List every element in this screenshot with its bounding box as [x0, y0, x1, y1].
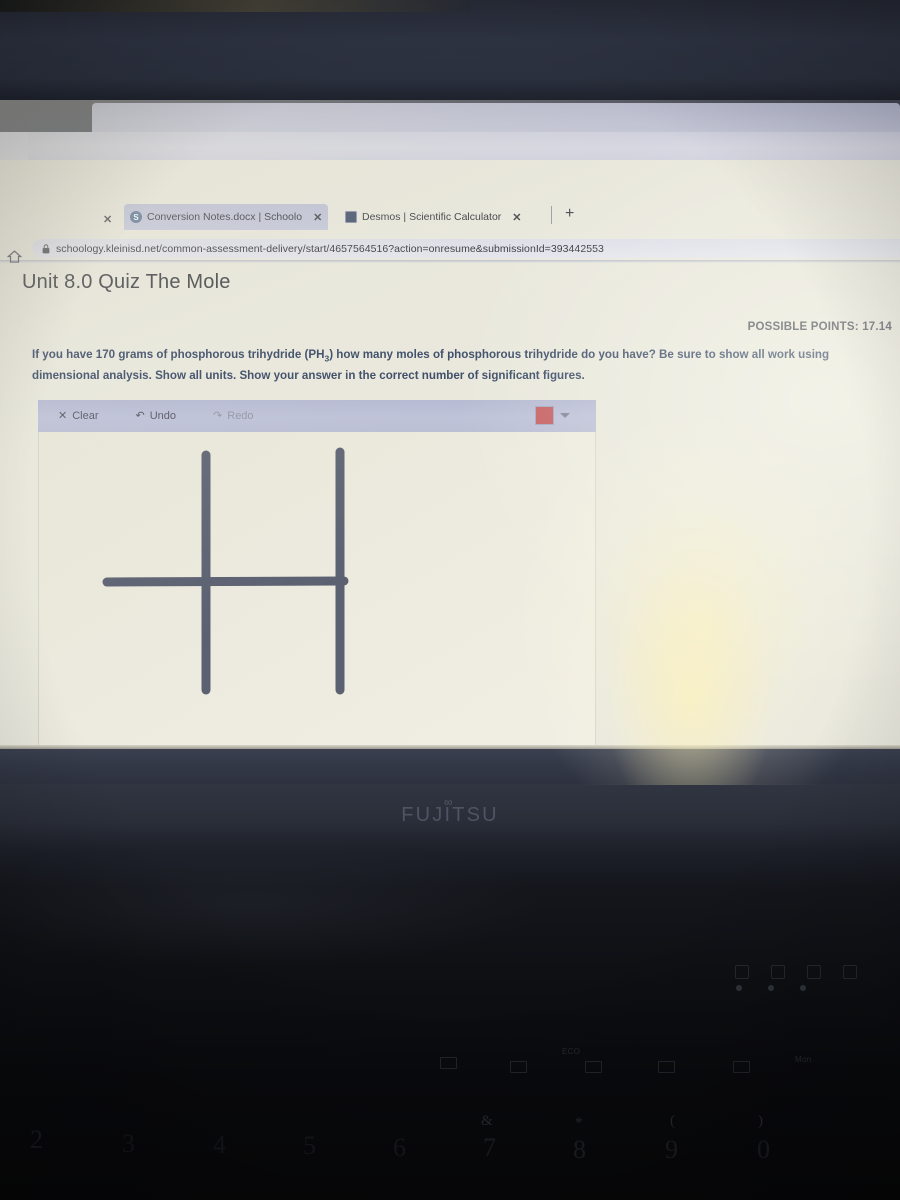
- tab-strip-surface: [92, 103, 900, 132]
- undo-arrow-icon: ↶: [135, 409, 145, 422]
- status-led-icon: [843, 965, 857, 979]
- laptop-screen: ✕ S Conversion Notes.docx | Schoolo ✕ De…: [0, 100, 900, 785]
- close-icon: ✕: [58, 409, 68, 422]
- infinity-mark: ∞: [444, 795, 453, 809]
- tab-desmos-calculator[interactable]: Desmos | Scientific Calculator ✕: [345, 204, 522, 230]
- tab-title: Conversion Notes.docx | Schoolo: [147, 211, 303, 223]
- undo-button[interactable]: ↶ Undo: [130, 400, 183, 432]
- bezel-shadow: [0, 0, 470, 12]
- fkey-box[interactable]: [658, 1061, 675, 1073]
- tab-conversion-notes[interactable]: S Conversion Notes.docx | Schoolo ✕: [124, 204, 329, 230]
- tab-strip-left-pad: [0, 100, 92, 132]
- question-line1-part1: If you have 170 grams of phosphorous tri…: [32, 348, 325, 361]
- color-swatch[interactable]: [535, 406, 554, 425]
- tab-title: Desmos | Scientific Calculator: [362, 211, 502, 223]
- clear-label: Clear: [72, 410, 99, 422]
- address-bar[interactable]: schoology.kleinisd.net/common-assessment…: [32, 239, 900, 258]
- fkey-box[interactable]: [510, 1061, 527, 1073]
- question-text: If you have 170 grams of phosphorous tri…: [32, 346, 844, 385]
- redo-label: Redo: [227, 410, 254, 422]
- browser-toolbar-left: [0, 132, 28, 160]
- clear-button[interactable]: ✕ Clear: [52, 400, 105, 432]
- lock-icon: [42, 243, 50, 253]
- laptop-top-bezel: [0, 0, 900, 100]
- status-led-icon: [735, 965, 749, 979]
- led-dot: [736, 985, 742, 991]
- number-key-6[interactable]: 6: [393, 1133, 406, 1163]
- undo-label: Undo: [149, 410, 177, 422]
- number-key-9[interactable]: 9: [665, 1135, 678, 1165]
- fkey-label-mon: Mon: [795, 1055, 812, 1064]
- number-key-2[interactable]: 2: [30, 1125, 43, 1155]
- led-dot: [768, 985, 774, 991]
- color-picker[interactable]: [535, 406, 570, 425]
- url-text: schoology.kleinisd.net/common-assessment…: [56, 242, 604, 255]
- led-dot: [800, 985, 806, 991]
- brand-logo: ∞ FUJITSU: [0, 795, 900, 827]
- question-line2: dimensional analysis. Show all units. Sh…: [32, 369, 585, 383]
- status-led-group: [735, 965, 857, 979]
- tab-separator: [551, 206, 552, 224]
- fkey-box[interactable]: [733, 1061, 750, 1073]
- browser-toolbar: [0, 132, 900, 160]
- status-led-icon: [771, 965, 785, 979]
- status-led-icon: [807, 965, 821, 979]
- number-key-0[interactable]: 0: [757, 1135, 770, 1165]
- toolbar-underline: [0, 260, 900, 263]
- symbol-key-ampersand[interactable]: &: [481, 1113, 493, 1130]
- question-line1-part2: ) how many moles of phosphorous trihydri…: [329, 348, 830, 361]
- home-icon[interactable]: [7, 250, 22, 263]
- symbol-key-paren-close[interactable]: ): [758, 1113, 763, 1130]
- status-led-dots: [736, 985, 806, 991]
- symbol-key-asterisk[interactable]: *: [575, 1115, 583, 1132]
- number-key-5[interactable]: 5: [303, 1131, 316, 1161]
- laptop-keyboard: ECO Mon & * ( ) 2 3 4 5 6 7 8 9 0: [0, 1035, 900, 1200]
- redo-button[interactable]: ↷ Redo: [207, 400, 260, 432]
- close-icon[interactable]: ✕: [313, 211, 322, 224]
- number-key-7[interactable]: 7: [483, 1133, 496, 1163]
- schoology-icon: S: [130, 211, 142, 223]
- photo-backdrop: ✕ S Conversion Notes.docx | Schoolo ✕ De…: [0, 0, 900, 1200]
- drawing-toolbar: ✕ Clear ↶ Undo ↷ Redo: [38, 400, 596, 432]
- close-icon[interactable]: ✕: [512, 211, 521, 224]
- fkey-label-eco: ECO: [562, 1047, 581, 1056]
- number-key-8[interactable]: 8: [573, 1135, 586, 1165]
- drawing-strokes: [102, 447, 349, 695]
- drawing-canvas[interactable]: [38, 432, 596, 758]
- redo-arrow-icon: ↷: [213, 409, 223, 422]
- desmos-icon: [345, 211, 357, 223]
- windows-taskbar: W P: [0, 749, 900, 784]
- chevron-down-icon[interactable]: [560, 413, 570, 418]
- leading-tab-close-icon[interactable]: ✕: [103, 213, 112, 226]
- symbol-key-paren-open[interactable]: (: [670, 1113, 675, 1130]
- number-key-3[interactable]: 3: [122, 1129, 135, 1159]
- number-key-4[interactable]: 4: [213, 1130, 226, 1160]
- browser-tab-strip: [0, 100, 900, 132]
- possible-points-label: POSSIBLE POINTS: 17.14: [747, 321, 892, 333]
- fkey-box[interactable]: [585, 1061, 602, 1073]
- page-title: Unit 8.0 Quiz The Mole: [22, 271, 231, 293]
- fkey-box[interactable]: [440, 1057, 457, 1069]
- new-tab-button[interactable]: +: [565, 204, 574, 224]
